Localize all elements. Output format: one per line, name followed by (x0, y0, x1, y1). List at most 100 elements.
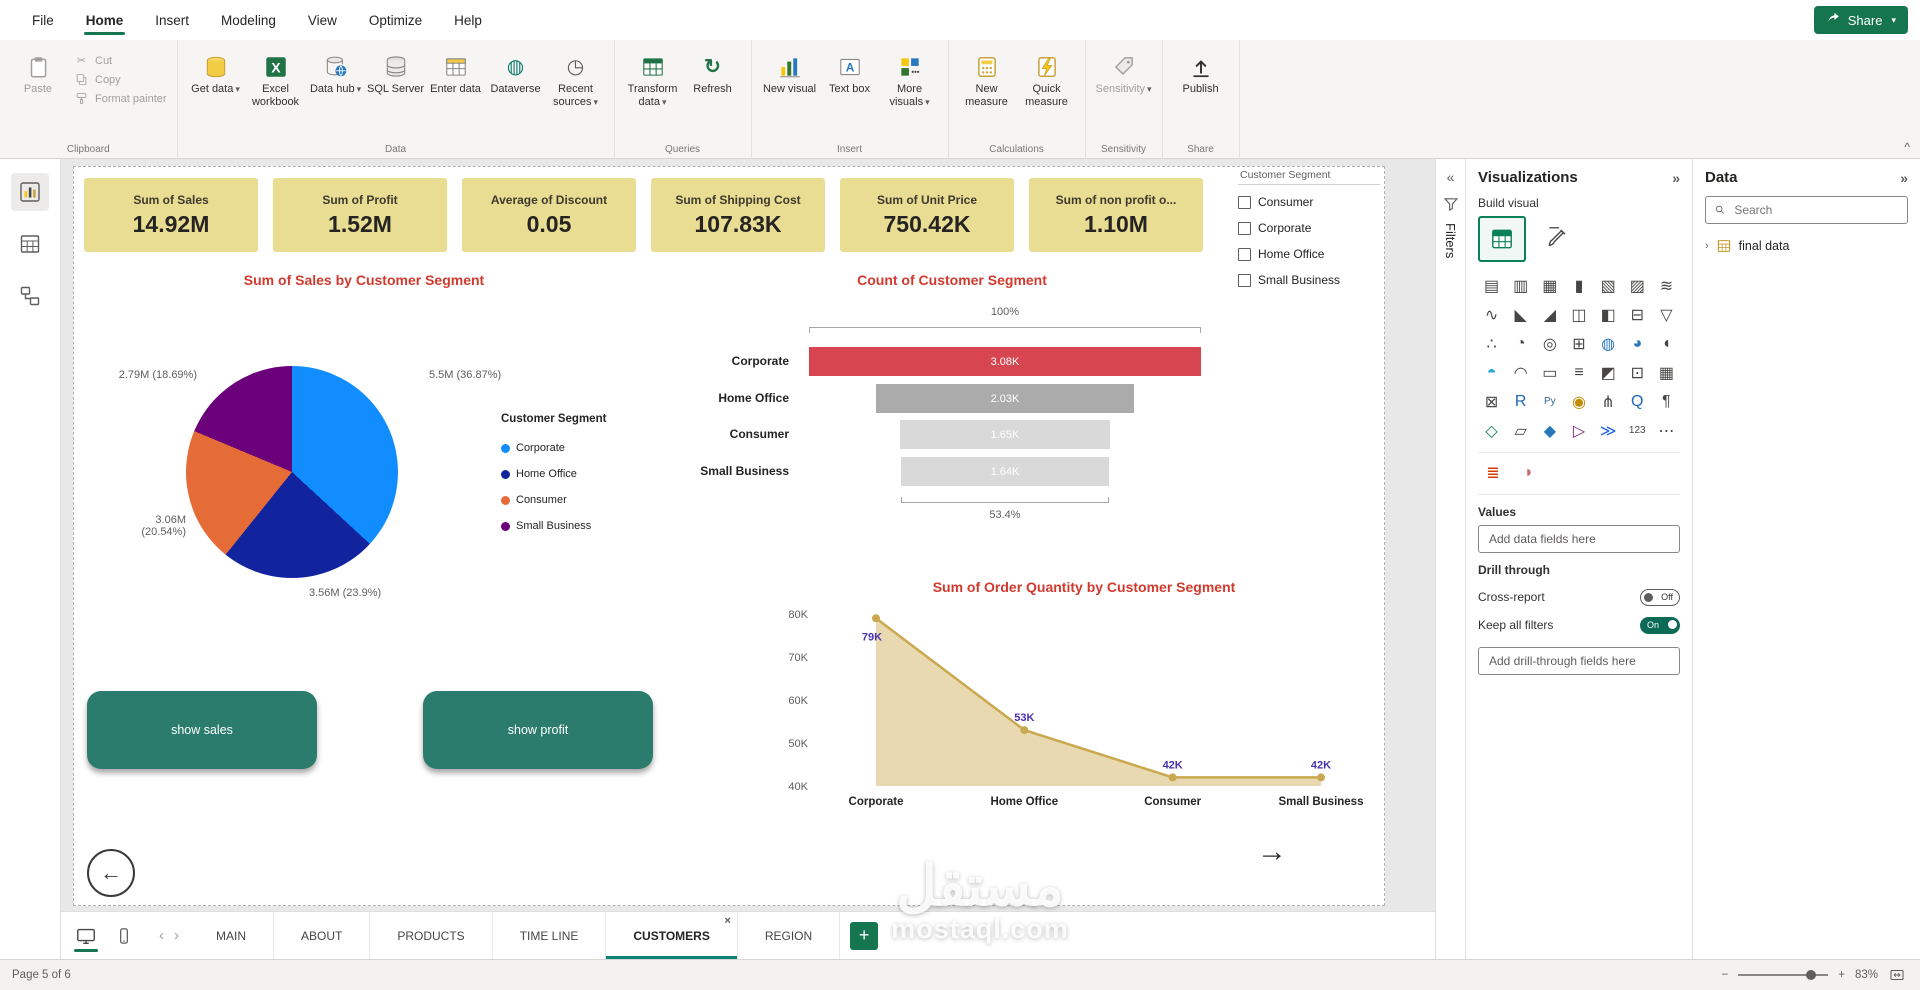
scatter-chart-icon[interactable]: ∴ (1478, 330, 1505, 357)
show-profit-button[interactable]: show profit (423, 691, 653, 769)
card-icon[interactable]: ▭ (1536, 359, 1563, 386)
sort-axis-icon[interactable]: ≣ (1480, 459, 1506, 486)
slicer-item-small-business[interactable]: Small Business (1238, 267, 1380, 293)
menu-home[interactable]: Home (70, 0, 140, 40)
report-view-button[interactable] (11, 173, 49, 211)
decomposition-tree-icon[interactable]: ⋔ (1595, 388, 1622, 415)
data-hub-button[interactable]: Data hub ▾ (306, 44, 366, 96)
copilot-icon[interactable]: ◗ (1516, 459, 1542, 486)
add-data-fields-well[interactable]: Add data fields here (1478, 525, 1680, 553)
new-measure-button[interactable]: New measure (957, 44, 1017, 109)
line-stacked-column-chart-icon[interactable]: ◫ (1565, 301, 1592, 328)
desktop-layout-button[interactable] (69, 919, 103, 953)
refresh-button[interactable]: ↻ Refresh (683, 44, 743, 96)
legend-item-home-office[interactable]: Home Office (501, 461, 606, 487)
format-visual-mode-button[interactable] (1536, 216, 1580, 258)
kpi-card-non-profit[interactable]: Sum of non profit o... 1.10M (1029, 178, 1203, 252)
zoom-out-icon[interactable]: − (1722, 969, 1729, 981)
transform-data-button[interactable]: Transform data ▾ (623, 44, 683, 109)
gauge-icon[interactable]: ◠ (1507, 359, 1534, 386)
fit-to-page-icon[interactable] (1888, 966, 1906, 984)
clustered-bar-chart-icon[interactable]: ▦ (1536, 272, 1563, 299)
data-point-corporate[interactable] (872, 614, 880, 623)
smart-narrative-icon[interactable]: ¶ (1653, 388, 1680, 415)
zoom-slider-thumb[interactable] (1806, 970, 1817, 980)
table-view-button[interactable] (11, 225, 49, 263)
text-box-button[interactable]: A Text box (820, 44, 880, 96)
python-visual-icon[interactable]: Py (1536, 388, 1563, 415)
dataverse-button[interactable]: ◍ Dataverse (486, 44, 546, 96)
data-point-home-office[interactable] (1020, 726, 1029, 735)
clustered-column-chart-icon[interactable]: ▮ (1565, 272, 1592, 299)
slicer-icon[interactable]: ⊡ (1624, 359, 1651, 386)
mobile-layout-button[interactable] (107, 919, 141, 953)
forward-arrow-button[interactable]: → (1257, 835, 1287, 869)
quick-measure-button[interactable]: Quick measure (1017, 44, 1077, 109)
tab-region[interactable]: REGION (737, 912, 841, 959)
power-automate-icon[interactable]: ≫ (1595, 417, 1622, 444)
ribbon-chart-icon[interactable]: ≋ (1653, 272, 1680, 299)
filled-map-icon[interactable]: ◕ (1624, 330, 1651, 357)
area-chart-icon[interactable]: ◣ (1507, 301, 1534, 328)
kpi-card-discount[interactable]: Average of Discount 0.05 (462, 178, 636, 252)
publish-button[interactable]: Publish (1171, 44, 1231, 96)
checkbox-consumer[interactable] (1238, 195, 1251, 209)
stacked-bar-chart-icon[interactable]: ▤ (1478, 272, 1505, 299)
expand-chevron-icon[interactable]: › (1705, 240, 1709, 252)
paste-button[interactable]: Paste (8, 44, 68, 96)
treemap-icon[interactable]: ⊞ (1565, 330, 1592, 357)
back-arrow-button[interactable]: ← (87, 849, 135, 897)
r-script-visual-icon[interactable]: R (1507, 388, 1534, 415)
funnel-bar-corporate[interactable]: 3.08K (809, 347, 1201, 376)
pie-chart[interactable] (186, 366, 398, 578)
kpi-card-sales[interactable]: Sum of Sales 14.92M (84, 178, 258, 252)
report-page[interactable]: Sum of Sales 14.92M Sum of Profit 1.52M Av… (73, 166, 1385, 906)
data-point-small-business[interactable] (1316, 773, 1325, 782)
search-input[interactable] (1732, 202, 1899, 218)
more-visuals-options-icon[interactable]: ⋯ (1653, 417, 1680, 444)
hundred-stacked-bar-chart-icon[interactable]: ▧ (1595, 272, 1622, 299)
menu-view[interactable]: View (292, 0, 353, 40)
power-apps-icon[interactable]: ▷ (1565, 417, 1592, 444)
next-page-chevron[interactable]: › (170, 927, 183, 944)
new-visual-button[interactable]: New visual (760, 44, 820, 96)
map-icon[interactable]: ◍ (1595, 330, 1622, 357)
tab-products[interactable]: PRODUCTS (370, 912, 493, 959)
menu-file[interactable]: File (16, 0, 70, 40)
menu-modeling[interactable]: Modeling (205, 0, 292, 40)
funnel-chart-icon[interactable]: ▽ (1653, 301, 1680, 328)
legend-item-corporate[interactable]: Corporate (501, 435, 606, 461)
excel-workbook-button[interactable]: X Excel workbook (246, 44, 306, 109)
kpi-icon[interactable]: ◩ (1595, 359, 1622, 386)
enter-data-button[interactable]: Enter data (426, 44, 486, 96)
tab-about[interactable]: ABOUT (274, 912, 371, 959)
zoom-slider[interactable] (1738, 970, 1829, 980)
funnel-bar-consumer[interactable]: 1.65K (899, 420, 1111, 449)
expand-filters-icon[interactable]: « (1447, 169, 1455, 185)
line-chart-icon[interactable]: ∿ (1478, 301, 1505, 328)
pie-chart-icon[interactable]: ◔ (1507, 330, 1534, 357)
slicer-item-home-office[interactable]: Home Office (1238, 241, 1380, 267)
qa-visual-icon[interactable]: Q (1624, 388, 1651, 415)
collapse-visualizations-icon[interactable]: » (1672, 170, 1680, 186)
multi-row-card-icon[interactable]: ≡ (1565, 359, 1592, 386)
donut-chart-icon[interactable]: ◎ (1536, 330, 1563, 357)
checkbox-corporate[interactable] (1238, 221, 1251, 235)
new-page-button[interactable]: + (850, 921, 879, 950)
matrix-icon[interactable]: ⊠ (1478, 388, 1505, 415)
slicer-item-corporate[interactable]: Corporate (1238, 215, 1380, 241)
sql-server-button[interactable]: SQL Server (366, 44, 426, 96)
checkbox-small-business[interactable] (1238, 273, 1251, 287)
line-chart[interactable]: 80K 70K 60K 50K 40K 79K 53K 42K 42K Corp… (764, 602, 1384, 817)
share-button[interactable]: Share ▾ (1813, 6, 1908, 34)
shape-map-icon[interactable]: ◖ (1653, 330, 1680, 357)
copy-button[interactable]: Copy (74, 73, 167, 86)
legend-item-small-business[interactable]: Small Business (501, 513, 606, 539)
arcgis-map-icon[interactable]: ◆ (1536, 417, 1563, 444)
line-clustered-column-chart-icon[interactable]: ◧ (1595, 301, 1622, 328)
stacked-area-chart-icon[interactable]: ◢ (1536, 301, 1563, 328)
key-influencers-icon[interactable]: ◉ (1565, 388, 1592, 415)
checkbox-home-office[interactable] (1238, 247, 1251, 261)
hundred-stacked-column-chart-icon[interactable]: ▨ (1624, 272, 1651, 299)
menu-optimize[interactable]: Optimize (353, 0, 438, 40)
